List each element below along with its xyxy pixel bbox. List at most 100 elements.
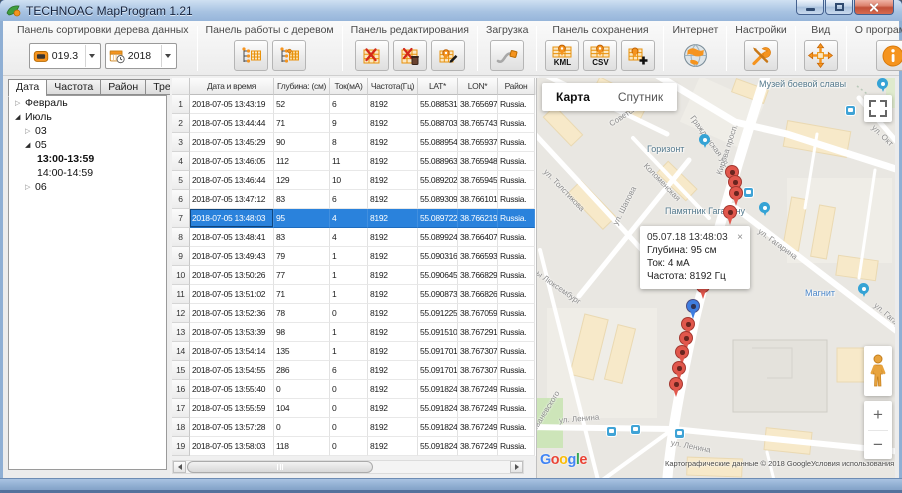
table-cell[interactable]: 19 — [172, 437, 190, 456]
table-cell[interactable]: 38.767249 — [458, 418, 498, 437]
save-button-2[interactable] — [621, 40, 655, 71]
table-cell[interactable]: 38.767307 — [458, 342, 498, 361]
table-cell[interactable]: 8192 — [368, 171, 418, 190]
table-cell[interactable]: 0 — [330, 304, 368, 323]
table-cell[interactable]: 8 — [330, 133, 368, 152]
table-cell[interactable]: 16 — [172, 380, 190, 399]
table-cell[interactable]: 90 — [274, 133, 330, 152]
table-cell[interactable]: 6 — [330, 361, 368, 380]
column-header-Ток(мА)[interactable]: Ток(мА) — [330, 78, 368, 95]
table-cell[interactable]: 55.091824 — [418, 437, 458, 456]
table-cell[interactable]: 2018-07-05 13:52:36 — [190, 304, 274, 323]
table-cell[interactable]: 104 — [274, 399, 330, 418]
table-cell[interactable]: 2018-07-05 13:46:05 — [190, 152, 274, 171]
poi-icon[interactable] — [877, 78, 888, 93]
google-logo[interactable]: Google — [540, 452, 587, 468]
table-cell[interactable]: 118 — [274, 437, 330, 456]
zoom-in-button[interactable]: + — [864, 401, 892, 430]
table-row-2[interactable]: 22018-07-05 13:44:44719819255.08870338.7… — [172, 114, 536, 133]
table-cell[interactable]: 98 — [274, 323, 330, 342]
tree-item-label[interactable]: Февраль — [25, 97, 68, 110]
table-cell[interactable]: 8192 — [368, 190, 418, 209]
table-cell[interactable]: 95 — [274, 209, 330, 228]
horizontal-scrollbar[interactable] — [172, 460, 524, 474]
tooltip-close-button[interactable]: × — [737, 232, 743, 243]
table-row-1[interactable]: 12018-07-05 13:43:19526819255.08853138.7… — [172, 95, 536, 114]
table-row-11[interactable]: 112018-07-05 13:51:02711819255.09087338.… — [172, 285, 536, 304]
table-cell[interactable]: 2018-07-05 13:51:02 — [190, 285, 274, 304]
load-button-0[interactable] — [490, 40, 524, 71]
table-cell[interactable]: Russia. — [498, 380, 535, 399]
close-button[interactable] — [854, 0, 894, 15]
table-cell[interactable]: 38.767249 — [458, 399, 498, 418]
table-row-13[interactable]: 132018-07-05 13:53:39981819255.09151038.… — [172, 323, 536, 342]
table-cell[interactable]: 2018-07-05 13:48:03 — [190, 209, 274, 228]
tree-collapsed-icon[interactable]: ▷ — [25, 125, 30, 138]
table-cell[interactable]: 7 — [172, 209, 190, 228]
table-cell[interactable]: 13 — [172, 323, 190, 342]
table-cell[interactable]: 55.090645 — [418, 266, 458, 285]
table-cell[interactable]: 0 — [330, 418, 368, 437]
tree-item-Февраль[interactable]: ▷Февраль — [9, 97, 166, 110]
table-cell[interactable]: 5 — [172, 171, 190, 190]
table-cell[interactable]: 10 — [172, 266, 190, 285]
table-cell[interactable]: 18 — [172, 418, 190, 437]
table-cell[interactable]: 112 — [274, 152, 330, 171]
table-cell[interactable]: 2018-07-05 13:58:03 — [190, 437, 274, 456]
table-cell[interactable]: 8192 — [368, 228, 418, 247]
table-cell[interactable]: 38.767249 — [458, 380, 498, 399]
table-cell[interactable]: 83 — [274, 228, 330, 247]
table-row-7[interactable]: 72018-07-05 13:48:03954819255.08972238.7… — [172, 209, 536, 228]
table-cell[interactable]: 8192 — [368, 304, 418, 323]
table-cell[interactable]: Russia. — [498, 114, 535, 133]
table-cell[interactable]: 38.766593 — [458, 247, 498, 266]
column-header-Глубина: (см)[interactable]: Глубина: (см) — [274, 78, 330, 95]
table-cell[interactable]: 55.091225 — [418, 304, 458, 323]
table-cell[interactable]: 8192 — [368, 285, 418, 304]
table-cell[interactable]: 77 — [274, 266, 330, 285]
table-cell[interactable]: 55.091701 — [418, 342, 458, 361]
table-cell[interactable]: Russia. — [498, 437, 535, 456]
table-cell[interactable]: 9 — [330, 114, 368, 133]
column-header-rownum[interactable] — [172, 78, 190, 95]
tree-item-label[interactable]: 14:00-14:59 — [37, 167, 93, 180]
table-cell[interactable]: 38.767059 — [458, 304, 498, 323]
table-row-12[interactable]: 122018-07-05 13:52:36780819255.09122538.… — [172, 304, 536, 323]
table-row-5[interactable]: 52018-07-05 13:46:4412910819255.08920238… — [172, 171, 536, 190]
sort-dropdown-1[interactable]: 2018 — [105, 43, 177, 69]
tree-item-06[interactable]: ▷06 — [9, 181, 166, 194]
map-mode-button[interactable]: Карта — [542, 83, 604, 111]
table-cell[interactable]: 55.089722 — [418, 209, 458, 228]
tree-item-03[interactable]: ▷03 — [9, 125, 166, 138]
table-cell[interactable]: 8192 — [368, 361, 418, 380]
about-button-0[interactable] — [876, 40, 902, 71]
edit-button-2[interactable] — [431, 40, 465, 71]
table-cell[interactable]: 55.089202 — [418, 171, 458, 190]
table-cell[interactable]: 4 — [330, 209, 368, 228]
tree-item-label[interactable]: 13:00-13:59 — [37, 153, 94, 166]
table-cell[interactable]: 0 — [274, 380, 330, 399]
table-cell[interactable]: 38.766101 — [458, 190, 498, 209]
tree-item-05[interactable]: ◢05 — [9, 139, 166, 152]
table-cell[interactable]: 55.091824 — [418, 418, 458, 437]
table-cell[interactable]: 78 — [274, 304, 330, 323]
table-cell[interactable]: Russia. — [498, 418, 535, 437]
table-cell[interactable]: 38.767249 — [458, 437, 498, 456]
table-cell[interactable]: 55.090873 — [418, 285, 458, 304]
table-row-6[interactable]: 62018-07-05 13:47:12836819255.08930938.7… — [172, 190, 536, 209]
table-cell[interactable]: 1 — [330, 323, 368, 342]
table-cell[interactable]: 55.090316 — [418, 247, 458, 266]
column-header-Частота(Гц)[interactable]: Частота(Гц) — [368, 78, 418, 95]
tree-item-label[interactable]: Июль — [25, 111, 52, 124]
table-cell[interactable]: 8192 — [368, 152, 418, 171]
table-cell[interactable]: 12 — [172, 304, 190, 323]
table-cell[interactable]: 2018-07-05 13:53:39 — [190, 323, 274, 342]
table-cell[interactable]: 38.766407 — [458, 228, 498, 247]
tab-частота[interactable]: Частота — [46, 79, 100, 95]
fullscreen-button[interactable] — [864, 95, 892, 122]
table-cell[interactable]: 4 — [330, 228, 368, 247]
table-cell[interactable]: 17 — [172, 399, 190, 418]
table-cell[interactable]: 8192 — [368, 266, 418, 285]
table-cell[interactable]: 2 — [172, 114, 190, 133]
table-cell[interactable]: 71 — [274, 114, 330, 133]
